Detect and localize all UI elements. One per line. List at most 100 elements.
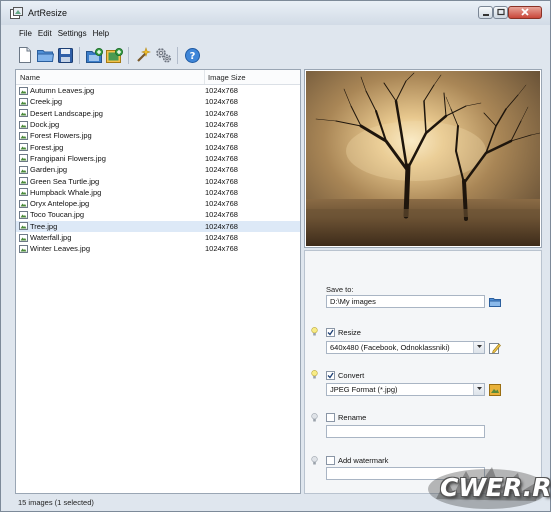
app-window: ArtResize File Edit Settings Help ? Name… <box>0 0 551 512</box>
options-panel: Save to: D:\My images Resize 640x480 (Fa… <box>304 250 542 494</box>
dropdown-arrow[interactable] <box>473 384 484 395</box>
image-file-icon <box>19 210 28 219</box>
file-list-rows: Autumn Leaves.jpg 1024x768 Creek.jpg 1024x7… <box>16 85 300 254</box>
new-button[interactable] <box>15 45 35 65</box>
file-name: Toco Toucan.jpg <box>30 210 85 220</box>
edit-presets-icon[interactable] <box>489 342 501 354</box>
menu-edit[interactable]: Edit <box>35 27 55 41</box>
convert-format-select[interactable]: JPEG Format (*.jpg) <box>326 383 485 396</box>
image-preview-panel <box>304 69 542 248</box>
watermark-checkbox-row[interactable]: Add watermark <box>326 456 388 465</box>
image-file-icon <box>19 165 28 174</box>
checkmark-icon <box>327 372 334 379</box>
file-image-size: 1024x768 <box>205 244 238 254</box>
image-file-icon <box>19 120 28 129</box>
site-watermark: CWER.RU <box>426 459 551 511</box>
file-list-row[interactable]: Toco Toucan.jpg 1024x768 <box>16 209 300 220</box>
image-file-icon <box>19 177 28 186</box>
settings-button[interactable] <box>153 45 173 65</box>
file-name: Waterfall.jpg <box>30 233 72 242</box>
rename-checkbox[interactable] <box>326 413 335 422</box>
add-images-icon <box>105 47 123 63</box>
file-list-row[interactable]: Dock.jpg 1024x768 <box>16 119 300 130</box>
gears-icon <box>155 48 171 63</box>
image-file-icon <box>19 97 28 106</box>
menu-file[interactable]: File <box>1 27 35 41</box>
maximize-button[interactable] <box>493 6 508 19</box>
save-icon <box>57 47 73 63</box>
file-list-row[interactable]: Waterfall.jpg 1024x768 <box>16 232 300 243</box>
app-icon <box>10 7 23 19</box>
open-button[interactable] <box>35 45 55 65</box>
file-list-row[interactable]: Humpback Whale.jpg 1024x768 <box>16 187 300 198</box>
image-file-icon <box>19 233 28 242</box>
watermark-text: CWER.RU <box>440 473 551 502</box>
svg-text:?: ? <box>189 51 195 62</box>
new-file-icon <box>19 47 31 63</box>
add-folder-button[interactable] <box>84 45 104 65</box>
toolbar: ? <box>15 44 202 66</box>
file-list-row[interactable]: Frangipani Flowers.jpg 1024x768 <box>16 153 300 164</box>
file-image-size: 1024x768 <box>205 210 238 220</box>
resize-checkbox-row[interactable]: Resize <box>326 328 361 337</box>
column-header-image-size[interactable]: Image Size <box>205 70 246 84</box>
file-list-row[interactable]: Green Sea Turtle.jpg 1024x768 <box>16 175 300 186</box>
minimize-button[interactable] <box>478 6 493 19</box>
browse-folder-icon[interactable] <box>489 296 501 308</box>
add-folder-icon <box>85 47 103 63</box>
watermark-bulb-icon <box>311 456 318 465</box>
file-name: Autumn Leaves.jpg <box>30 86 95 96</box>
magic-wand-icon <box>137 47 151 62</box>
file-name: Forest.jpg <box>30 142 64 152</box>
resize-preset-select[interactable]: 640x480 (Facebook, Odnoklassniki) <box>326 341 485 354</box>
image-file-icon <box>19 222 28 231</box>
toolbar-separator <box>79 46 80 64</box>
menu-bar: File Edit Settings Help <box>1 27 550 41</box>
convert-checkbox[interactable] <box>326 371 335 380</box>
resize-checkbox[interactable] <box>326 328 335 337</box>
file-list-row[interactable]: Tree.jpg 1024x768 <box>16 220 300 232</box>
watermark-checkbox[interactable] <box>326 456 335 465</box>
file-list-row[interactable]: Forest.jpg 1024x768 <box>16 141 300 152</box>
file-image-size: 1024x768 <box>205 131 238 141</box>
file-list[interactable]: Name Image Size Autumn Leaves.jpg 1024x76… <box>15 69 301 494</box>
chevron-down-icon <box>476 345 482 348</box>
image-file-icon <box>19 188 28 197</box>
file-list-row[interactable]: Garden.jpg 1024x768 <box>16 164 300 175</box>
resize-bulb-icon <box>311 327 318 336</box>
file-list-row[interactable]: Creek.jpg 1024x768 <box>16 96 300 107</box>
file-list-row[interactable]: Forest Flowers.jpg 1024x768 <box>16 130 300 141</box>
file-image-size: 1024x768 <box>205 97 238 107</box>
menu-settings[interactable]: Settings <box>55 27 90 41</box>
add-images-button[interactable] <box>104 45 124 65</box>
image-file-icon <box>19 199 28 208</box>
dropdown-arrow[interactable] <box>473 342 484 353</box>
file-list-row[interactable]: Winter Leaves.jpg 1024x768 <box>16 243 300 254</box>
close-button[interactable] <box>508 6 542 19</box>
file-name: Forest Flowers.jpg <box>30 131 92 141</box>
file-image-size: 1024x768 <box>205 153 238 163</box>
convert-format-value: JPEG Format (*.jpg) <box>330 385 398 394</box>
process-button[interactable] <box>133 45 153 65</box>
rename-pattern-input[interactable] <box>326 425 485 438</box>
resize-preset-value: 640x480 (Facebook, Odnoklassniki) <box>330 343 450 352</box>
file-list-row[interactable]: Oryx Antelope.jpg 1024x768 <box>16 198 300 209</box>
save-button[interactable] <box>55 45 75 65</box>
help-icon: ? <box>184 47 200 63</box>
format-settings-icon[interactable] <box>489 384 501 396</box>
rename-label: Rename <box>338 413 367 422</box>
file-name: Dock.jpg <box>30 120 60 130</box>
file-name: Winter Leaves.jpg <box>30 244 91 254</box>
rename-checkbox-row[interactable]: Rename <box>326 413 366 422</box>
save-to-input[interactable]: D:\My images <box>326 295 485 308</box>
file-list-row[interactable]: Autumn Leaves.jpg 1024x768 <box>16 85 300 96</box>
column-header-name[interactable]: Name <box>16 70 205 84</box>
status-text: 15 images (1 selected) <box>18 498 94 507</box>
help-button[interactable]: ? <box>182 45 202 65</box>
image-file-icon <box>19 109 28 118</box>
file-list-row[interactable]: Desert Landscape.jpg 1024x768 <box>16 108 300 119</box>
menu-help[interactable]: Help <box>90 27 112 41</box>
convert-checkbox-row[interactable]: Convert <box>326 371 364 380</box>
file-image-size: 1024x768 <box>205 165 238 175</box>
toolbar-separator <box>128 46 129 64</box>
